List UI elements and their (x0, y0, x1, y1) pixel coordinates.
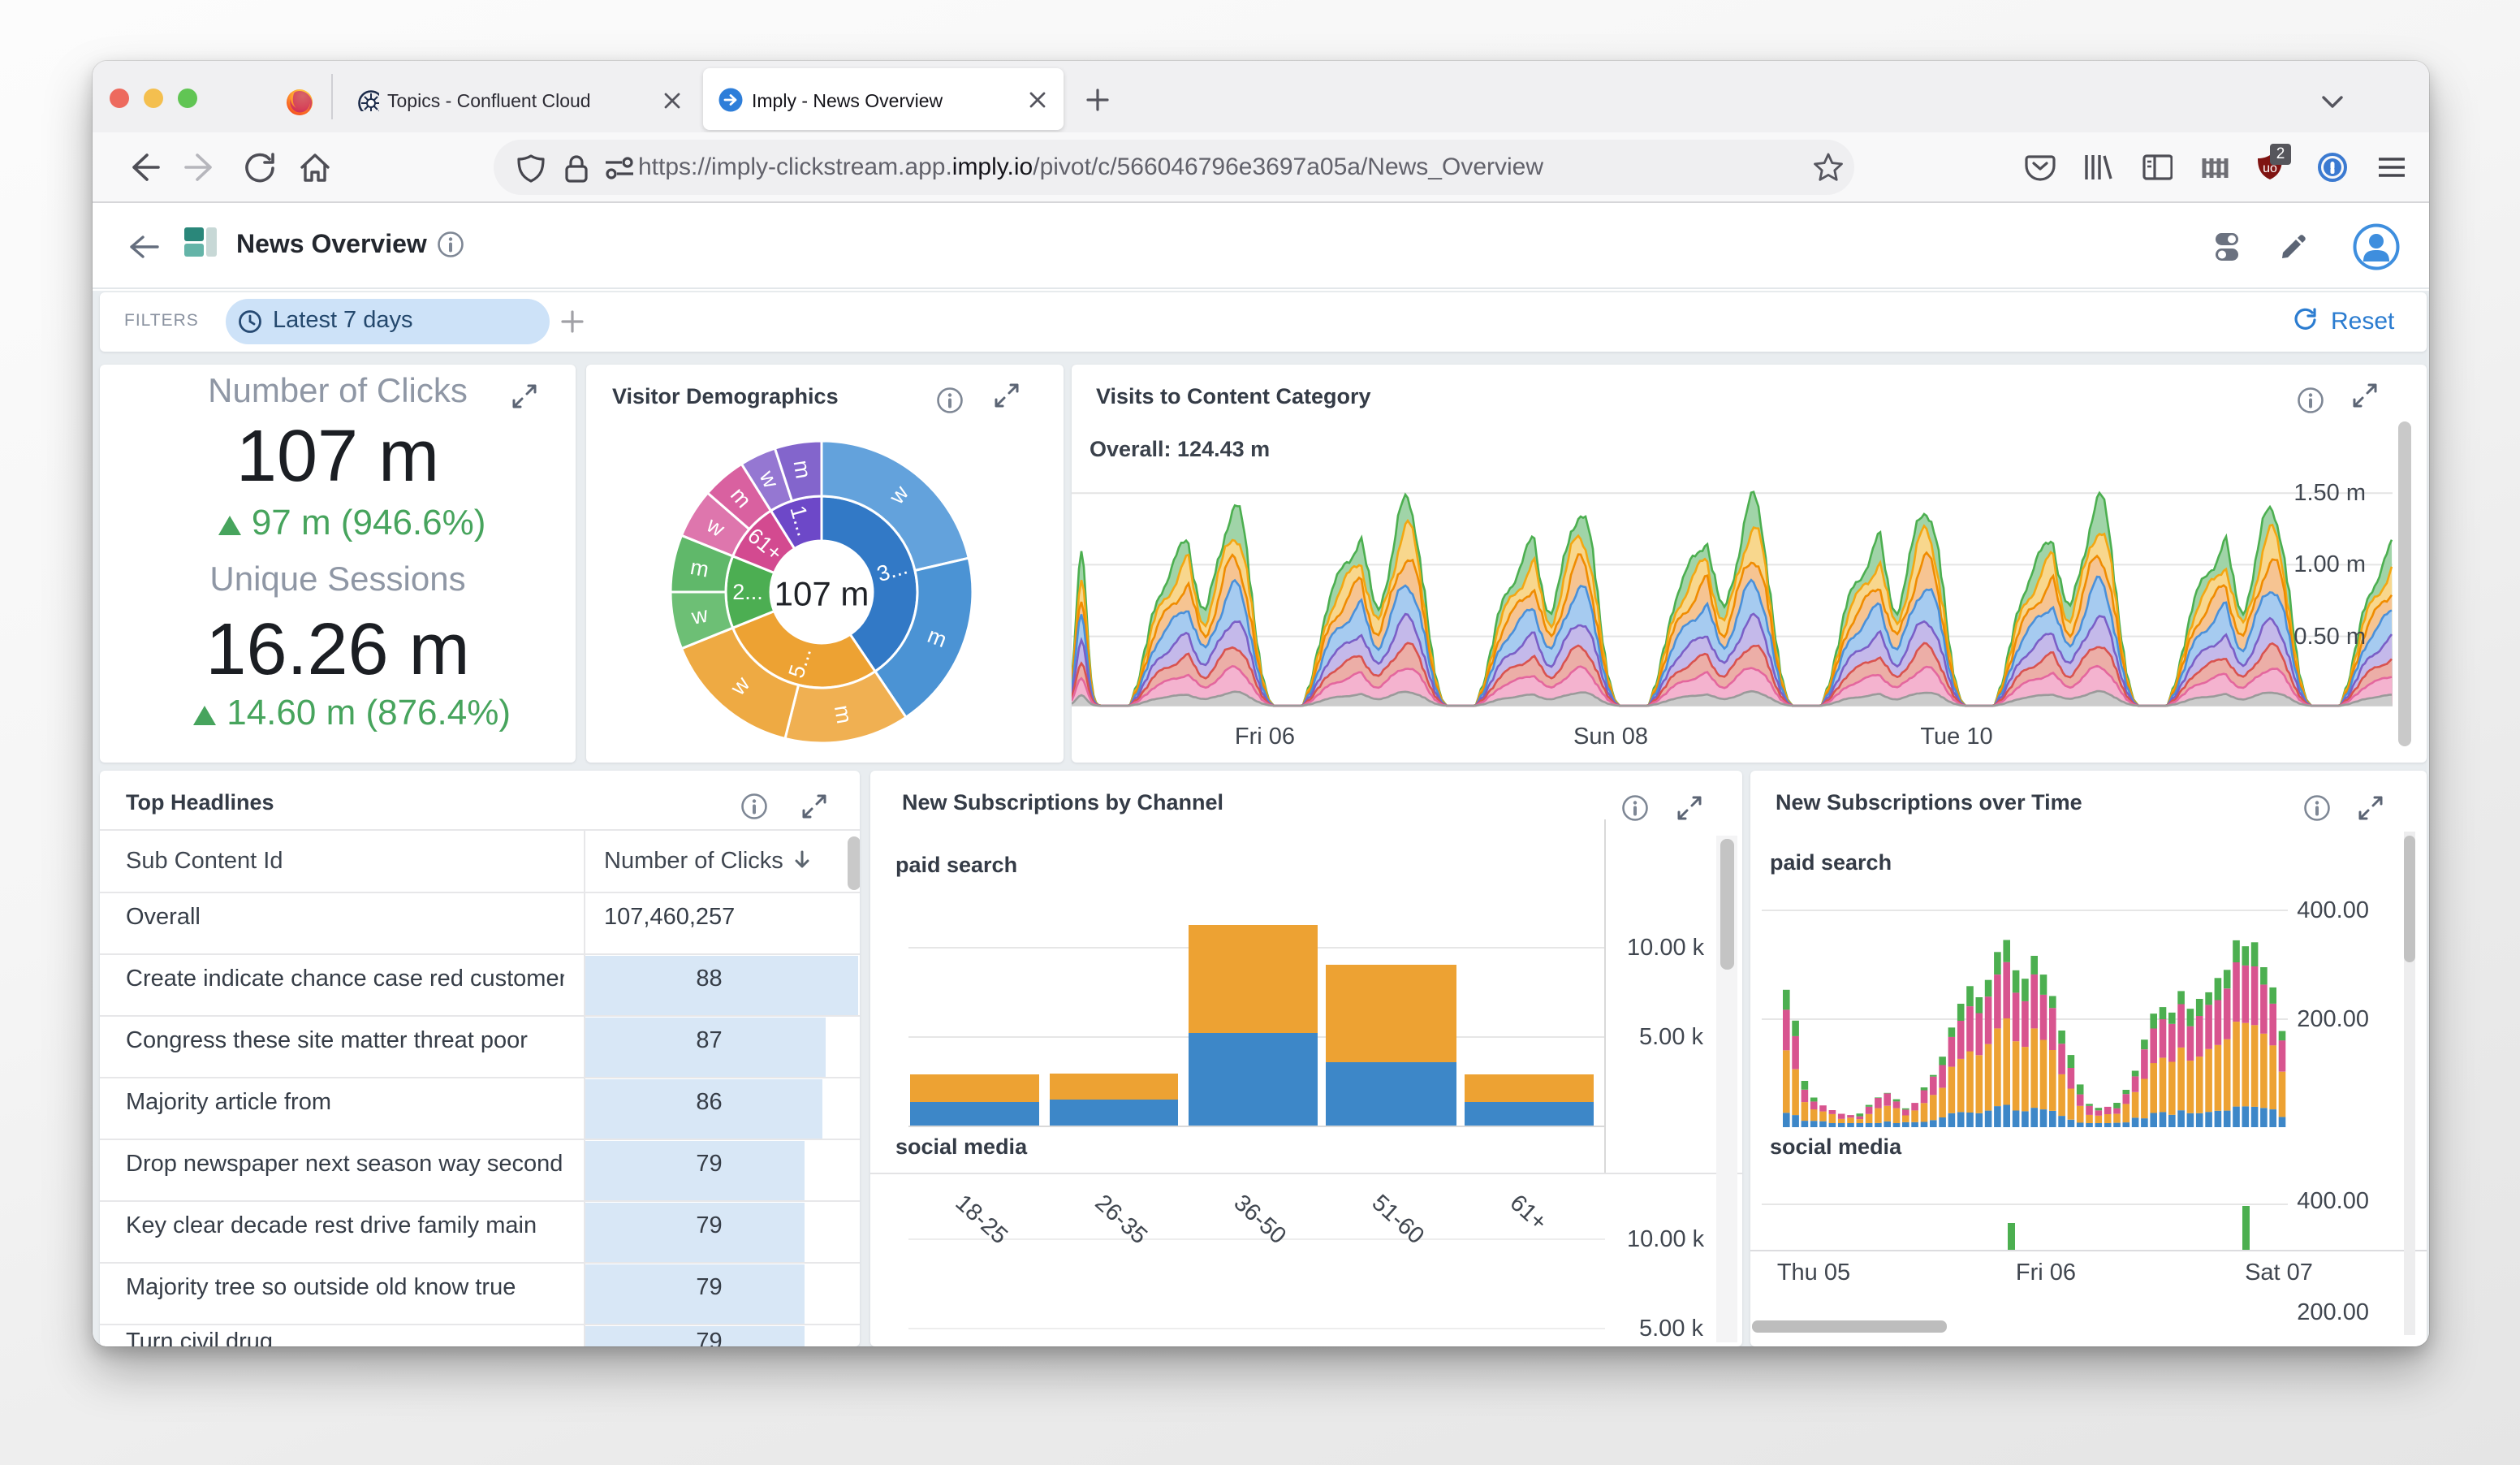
svg-text:2...: 2... (732, 580, 763, 604)
svg-text:107 m: 107 m (775, 575, 869, 613)
svg-text:m: m (789, 458, 816, 480)
